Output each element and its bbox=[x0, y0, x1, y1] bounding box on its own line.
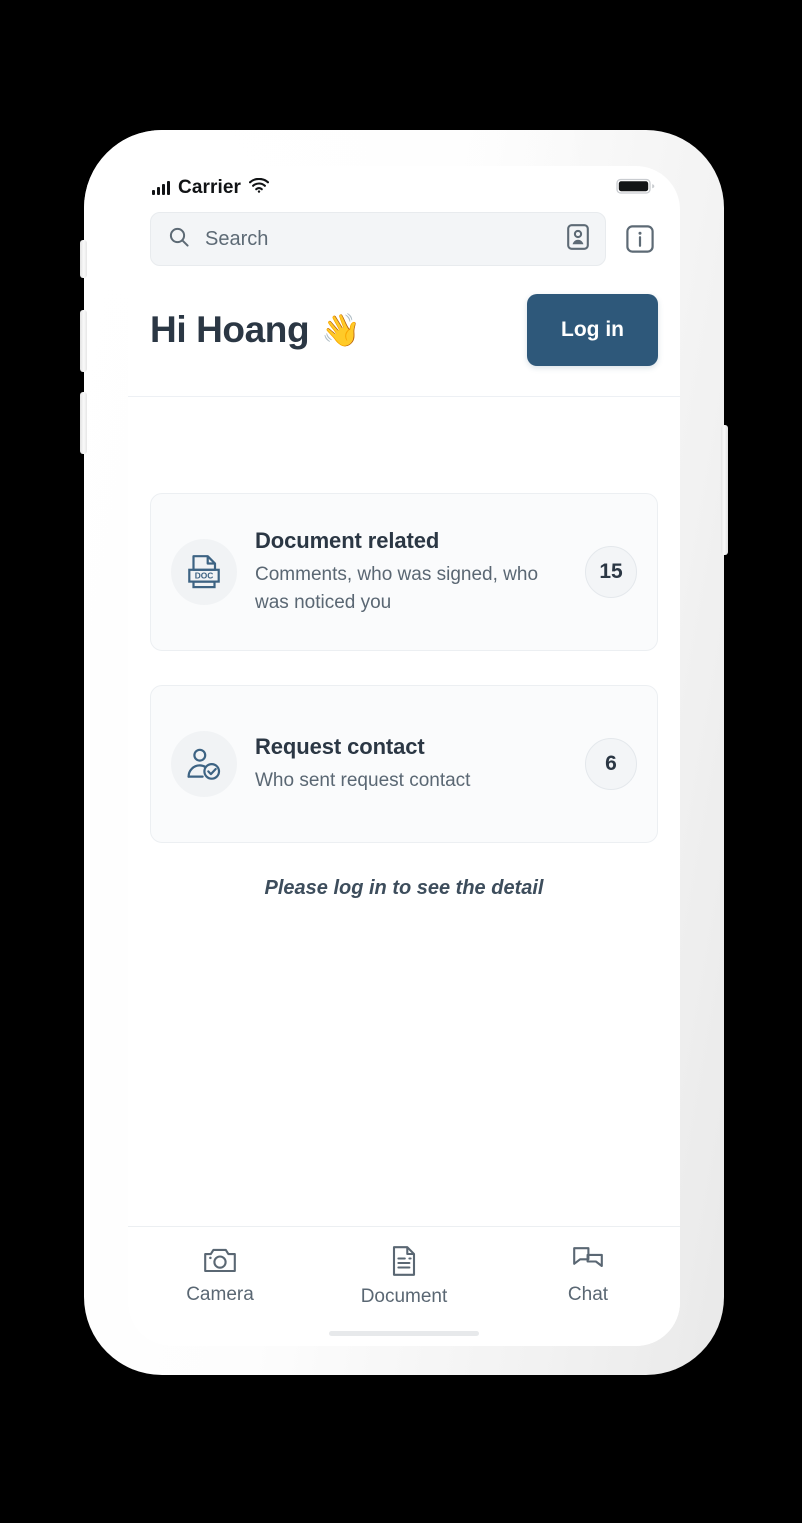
search-placeholder-text: Search bbox=[205, 227, 269, 250]
greeting-row: Hi Hoang 👋 Log in bbox=[150, 266, 658, 396]
phone-device-frame: Carrier Search Hi Hoang 👋 Log in DOC Doc… bbox=[80, 130, 728, 1375]
waving-hand-icon: 👋 bbox=[321, 312, 361, 348]
tab-document[interactable]: Document bbox=[312, 1245, 496, 1308]
search-icon bbox=[167, 225, 191, 254]
svg-text:DOC: DOC bbox=[195, 571, 214, 581]
card-document-related[interactable]: DOC Document related Comments, who was s… bbox=[150, 493, 658, 651]
card-subtitle: Who sent request contact bbox=[255, 769, 471, 791]
wifi-icon bbox=[248, 177, 270, 198]
login-hint-text: Please log in to see the detail bbox=[264, 877, 544, 899]
phone-screen: Carrier Search Hi Hoang 👋 Log in DOC Doc… bbox=[128, 166, 680, 1346]
card-body: Document related Comments, who was signe… bbox=[255, 528, 567, 616]
search-row: Search bbox=[150, 210, 658, 266]
chat-icon bbox=[572, 1245, 604, 1275]
app-header: Search Hi Hoang 👋 Log in bbox=[128, 210, 680, 397]
greeting-block: Hi Hoang 👋 bbox=[150, 309, 361, 351]
tab-label: Document bbox=[360, 1286, 448, 1307]
card-title: Request contact bbox=[255, 733, 425, 759]
tab-chat[interactable]: Chat bbox=[496, 1245, 680, 1306]
card-title: Document related bbox=[255, 527, 440, 553]
login-button[interactable]: Log in bbox=[527, 294, 658, 366]
tab-camera[interactable]: Camera bbox=[128, 1245, 312, 1306]
volume-down-button[interactable] bbox=[80, 392, 87, 454]
user-check-icon bbox=[171, 731, 237, 797]
main-content: DOC Document related Comments, who was s… bbox=[128, 397, 680, 1223]
card-body: Request contact Who sent request contact bbox=[255, 734, 567, 795]
tab-label: Camera bbox=[186, 1284, 254, 1305]
screenshot-root: Carrier Search Hi Hoang 👋 Log in DOC Doc… bbox=[0, 0, 802, 1523]
card-count-badge: 6 bbox=[585, 738, 637, 790]
tab-label: Chat bbox=[567, 1284, 609, 1305]
bottom-tab-bar: Camera Document Chat bbox=[128, 1226, 680, 1346]
doc-file-icon: DOC bbox=[171, 539, 237, 605]
card-request-contact[interactable]: Request contact Who sent request contact… bbox=[150, 685, 658, 843]
contact-card-icon[interactable] bbox=[565, 223, 591, 256]
status-bar-left: Carrier bbox=[152, 177, 270, 199]
info-icon[interactable] bbox=[622, 221, 658, 257]
carrier-label: Carrier bbox=[178, 177, 242, 198]
home-indicator bbox=[329, 1331, 479, 1336]
volume-up-button[interactable] bbox=[80, 310, 87, 372]
greeting-text: Hi Hoang bbox=[150, 309, 310, 350]
power-button[interactable] bbox=[721, 425, 728, 555]
card-subtitle: Comments, who was signed, who was notice… bbox=[255, 563, 539, 613]
mute-switch-button[interactable] bbox=[80, 240, 87, 278]
card-count-badge: 15 bbox=[585, 546, 637, 598]
battery-icon bbox=[616, 177, 656, 200]
signal-bars-icon bbox=[152, 181, 170, 195]
camera-icon bbox=[203, 1245, 237, 1275]
status-bar: Carrier bbox=[128, 166, 680, 210]
search-input[interactable]: Search bbox=[150, 212, 606, 266]
document-icon bbox=[390, 1245, 418, 1277]
